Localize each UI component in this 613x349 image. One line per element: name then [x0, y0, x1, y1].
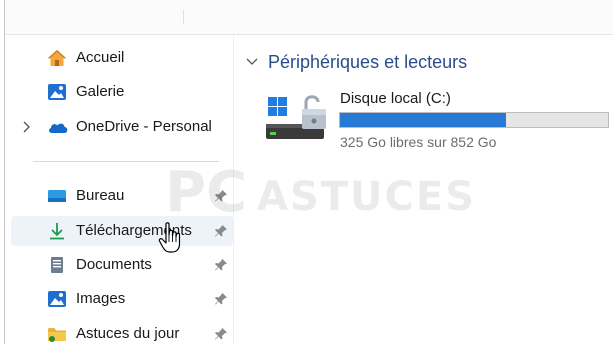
gallery-icon — [47, 83, 67, 101]
content-pane: Périphériques et lecteurs Disque local (… — [234, 35, 613, 344]
devices-section-header[interactable]: Périphériques et lecteurs — [244, 50, 467, 74]
documents-icon — [47, 256, 67, 274]
navigation-pane: Accueil Galerie OneDrive - Personal Bure… — [5, 35, 233, 344]
pin-icon[interactable] — [214, 292, 228, 306]
sidebar-item-galerie[interactable]: Galerie — [11, 77, 233, 107]
sidebar-item-label: Images — [76, 290, 126, 307]
sidebar-item-documents[interactable]: Documents — [11, 250, 233, 280]
section-title: Périphériques et lecteurs — [268, 51, 468, 72]
onedrive-cloud-icon — [47, 118, 68, 136]
hand-cursor-icon — [158, 222, 184, 254]
sidebar-item-onedrive[interactable]: OneDrive - Personal — [11, 112, 233, 142]
chevron-right-icon[interactable] — [21, 120, 33, 134]
home-icon — [47, 49, 67, 67]
chevron-down-icon[interactable] — [244, 54, 260, 70]
drive-usage-bar — [339, 112, 609, 128]
sidebar-separator — [33, 161, 219, 162]
drive-name: Disque local (C:) — [340, 90, 451, 107]
sidebar-item-label: Astuces du jour — [76, 325, 180, 342]
folder-icon — [47, 325, 67, 343]
pin-icon[interactable] — [214, 258, 228, 272]
drive-tile[interactable]: Disque local (C:) 325 Go libres sur 852 … — [264, 85, 613, 155]
download-icon — [47, 222, 67, 240]
pin-icon[interactable] — [214, 189, 228, 203]
sidebar-item-label: Bureau — [76, 187, 125, 204]
hard-drive-icon — [266, 91, 334, 143]
sidebar-item-astuces-du-jour[interactable]: Astuces du jour — [11, 319, 233, 349]
desktop-folder-icon — [47, 187, 67, 205]
drive-usage-fill — [340, 113, 507, 127]
sidebar-item-label: OneDrive - Personal — [76, 118, 212, 135]
drive-free-space: 325 Go libres sur 852 Go — [340, 134, 497, 150]
sidebar-item-label: Accueil — [76, 49, 125, 66]
pictures-icon — [47, 290, 67, 308]
sidebar-item-accueil[interactable]: Accueil — [11, 43, 233, 73]
toolbar-area — [5, 0, 613, 35]
sidebar-item-bureau[interactable]: Bureau — [11, 181, 233, 211]
pin-icon[interactable] — [214, 327, 228, 341]
pin-icon[interactable] — [214, 224, 228, 238]
sidebar-item-images[interactable]: Images — [11, 284, 233, 314]
sidebar-item-telechargements[interactable]: Téléchargements — [11, 216, 233, 246]
toolbar-separator — [183, 10, 184, 24]
sidebar-item-label: Documents — [76, 256, 152, 273]
sidebar-item-label: Galerie — [76, 83, 125, 100]
